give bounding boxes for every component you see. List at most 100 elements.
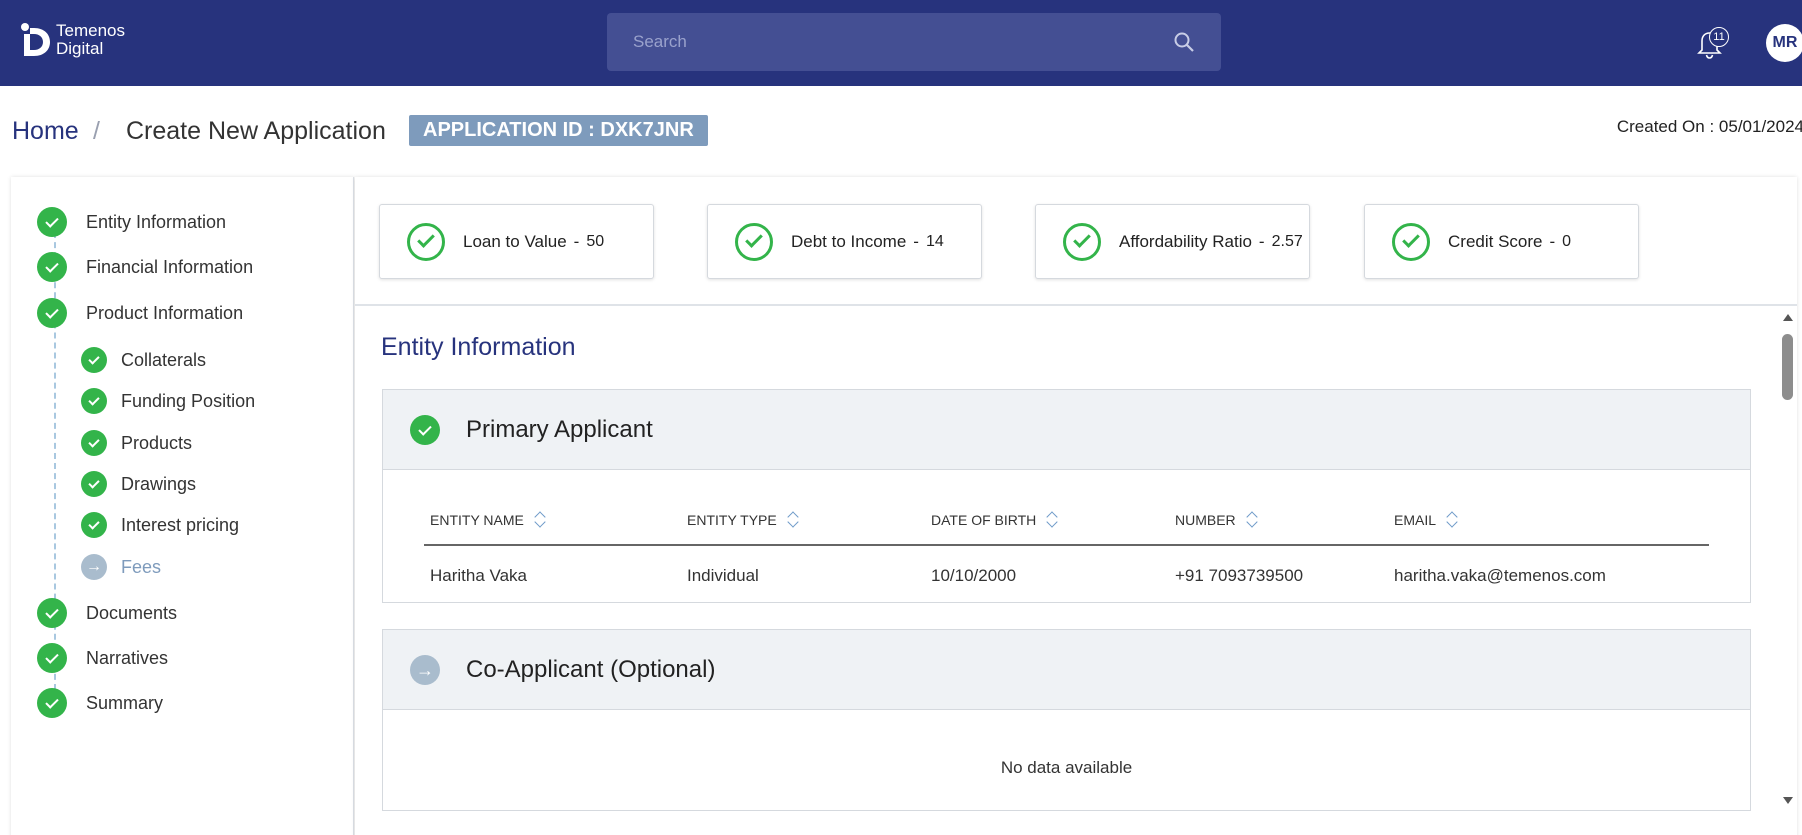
empty-state-text: No data available <box>1000 758 1133 777</box>
column-header-label: DATE OF BIRTH <box>931 512 1037 528</box>
check-circle-icon <box>37 207 67 237</box>
column-header-label: ENTITY NAME <box>430 512 524 528</box>
check-circle-icon <box>81 430 107 456</box>
step-drawings[interactable]: Drawings <box>81 471 196 497</box>
check-circle-icon <box>81 512 107 538</box>
metric-label: Affordability Ratio <box>1119 231 1252 251</box>
metric-value: 14 <box>925 232 944 250</box>
logo-text: Temenos Digital <box>56 22 125 58</box>
user-avatar[interactable]: MR <box>1766 24 1802 62</box>
step-financial-information[interactable]: Financial Information <box>37 252 253 282</box>
cell-date-of-birth: 10/10/2000 <box>931 566 1017 585</box>
notification-count-badge: 11 <box>1709 27 1729 47</box>
metric-separator: - <box>1258 231 1265 251</box>
column-header-number[interactable]: NUMBER <box>1175 511 1258 529</box>
column-header-email[interactable]: EMAIL <box>1394 511 1458 529</box>
cell-entity-name: Haritha Vaka <box>430 566 528 585</box>
table-header-divider <box>424 544 1709 546</box>
sort-icon[interactable] <box>1446 511 1458 529</box>
metric-value: 50 <box>586 232 605 250</box>
step-label: Drawings <box>121 473 197 494</box>
step-label: Collaterals <box>121 349 207 370</box>
step-product-information[interactable]: Product Information <box>37 298 243 328</box>
step-label: Summary <box>86 692 164 713</box>
search-input[interactable] <box>633 13 1153 71</box>
metric-debt-to-income: Debt to Income - 14 <box>707 204 982 279</box>
metric-separator: - <box>1549 231 1556 251</box>
check-circle-icon <box>37 298 67 328</box>
metric-separator: - <box>573 231 580 251</box>
breadcrumb-current: Create New Application <box>126 117 386 145</box>
stepper-connector-line <box>54 222 56 700</box>
created-on-date: Created On : 05/01/2024 <box>1616 117 1802 136</box>
breadcrumb-separator: / <box>93 117 100 145</box>
check-circle-icon <box>37 252 67 282</box>
metric-affordability-ratio: Affordability Ratio - 2.57 <box>1035 204 1310 279</box>
check-circle-icon <box>81 347 107 373</box>
section-title: Entity Information <box>381 333 576 361</box>
check-circle-icon <box>81 471 107 497</box>
check-ring-icon <box>1392 222 1430 261</box>
metric-credit-score: Credit Score - 0 <box>1364 204 1639 279</box>
step-narratives[interactable]: Narratives <box>37 643 168 673</box>
step-label: Financial Information <box>86 256 254 277</box>
column-header-date-of-birth[interactable]: DATE OF BIRTH <box>931 511 1058 529</box>
check-circle-icon <box>81 388 107 414</box>
metric-value: 2.57 <box>1271 232 1303 250</box>
step-label: Product Information <box>86 302 244 323</box>
metric-label: Loan to Value <box>463 231 567 251</box>
sort-icon[interactable] <box>787 511 799 529</box>
card-title: Primary Applicant <box>466 416 653 443</box>
step-interest-pricing[interactable]: Interest pricing <box>81 512 239 538</box>
column-header-label: ENTITY TYPE <box>687 512 777 528</box>
check-circle-icon <box>37 598 67 628</box>
check-circle-icon <box>37 688 67 718</box>
sort-icon[interactable] <box>534 511 546 529</box>
check-ring-icon <box>1063 222 1101 261</box>
step-label: Fees <box>121 556 162 577</box>
step-label: Interest pricing <box>121 514 240 535</box>
column-header-entity-name[interactable]: ENTITY NAME <box>430 511 546 529</box>
check-ring-icon <box>407 222 445 261</box>
scrollbar-thumb[interactable] <box>1782 334 1793 400</box>
column-header-label: NUMBER <box>1175 512 1236 528</box>
primary-applicant-header[interactable]: Primary Applicant <box>383 390 1750 470</box>
metric-value: 0 <box>1562 232 1572 250</box>
metric-separator: - <box>913 231 919 251</box>
step-collaterals[interactable]: Collaterals <box>81 347 206 373</box>
metric-label: Debt to Income <box>791 231 907 251</box>
logo-line-1: Temenos <box>56 21 125 40</box>
step-documents[interactable]: Documents <box>37 598 177 628</box>
breadcrumb-home-link[interactable]: Home <box>12 117 79 146</box>
metric-loan-to-value: Loan to Value - 50 <box>379 204 654 279</box>
step-label: Narratives <box>86 647 169 668</box>
temenos-logo[interactable]: Temenos Digital <box>20 22 125 58</box>
temenos-logo-icon <box>21 23 50 56</box>
step-products[interactable]: Products <box>81 430 192 456</box>
sort-icon[interactable] <box>1246 511 1258 529</box>
step-funding-position[interactable]: Funding Position <box>81 388 255 414</box>
cell-number: +91 7093739500 <box>1175 566 1304 585</box>
application-id-badge: APPLICATION ID : DXK7JNR <box>409 115 708 146</box>
step-label: Funding Position <box>121 390 256 411</box>
step-entity-information[interactable]: Entity Information <box>37 207 226 237</box>
card-title: Co-Applicant (Optional) <box>466 656 716 683</box>
logo-line-2: Digital <box>56 39 104 58</box>
scroll-up-arrow-icon[interactable] <box>1782 313 1794 323</box>
search-box[interactable] <box>607 13 1221 71</box>
check-ring-icon <box>735 222 773 261</box>
step-fees[interactable]: → Fees <box>81 554 161 580</box>
column-header-entity-type[interactable]: ENTITY TYPE <box>687 511 799 529</box>
arrow-right-circle-icon: → <box>410 655 440 685</box>
step-summary[interactable]: Summary <box>37 688 163 718</box>
metric-label: Credit Score <box>1448 231 1543 251</box>
sort-icon[interactable] <box>1046 511 1058 529</box>
step-label: Products <box>121 432 193 453</box>
co-applicant-header[interactable]: → Co-Applicant (Optional) <box>383 630 1750 710</box>
column-header-label: EMAIL <box>1394 512 1437 528</box>
cell-email: haritha.vaka@temenos.com <box>1394 566 1606 585</box>
step-label: Documents <box>86 602 178 623</box>
scroll-down-arrow-icon[interactable] <box>1782 795 1794 805</box>
search-icon[interactable] <box>1173 31 1195 53</box>
check-circle-icon <box>410 415 440 445</box>
